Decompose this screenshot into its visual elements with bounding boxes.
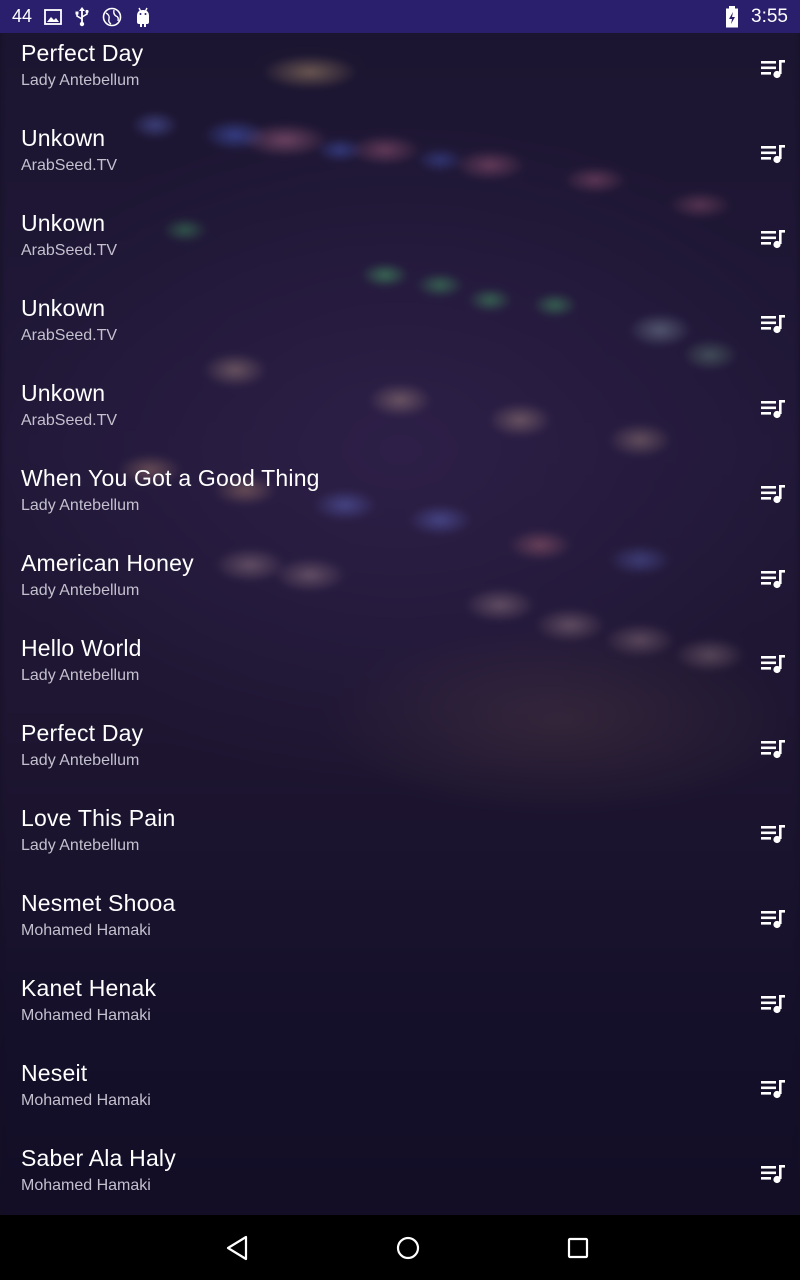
song-title: Unkown [21, 295, 106, 321]
song-artist: Lady Antebellum [21, 752, 140, 769]
song-title: Unkown [21, 380, 106, 406]
song-artist: ArabSeed.TV [21, 242, 118, 259]
song-title: Perfect Day [21, 720, 144, 746]
song-row[interactable]: Perfect Day Lady Antebellum [0, 33, 800, 118]
song-title: When You Got a Good Thing [21, 465, 320, 491]
song-artist: Lady Antebellum [21, 667, 140, 684]
song-title: Hello World [21, 635, 142, 661]
song-row[interactable]: Hello World Lady Antebellum [0, 628, 800, 713]
song-artist: Mohamed Hamaki [21, 1177, 151, 1194]
song-row[interactable]: Unkown ArabSeed.TV [0, 373, 800, 458]
song-row[interactable]: Love This Pain Lady Antebellum [0, 798, 800, 883]
queue-music-icon[interactable] [756, 55, 790, 83]
notification-count: 44 [12, 6, 33, 26]
status-bar-left: 44 [12, 6, 152, 27]
song-row[interactable]: When You Got a Good Thing Lady Antebellu… [0, 458, 800, 543]
song-title: Perfect Day [21, 40, 144, 66]
back-icon[interactable] [221, 1231, 255, 1265]
queue-music-icon[interactable] [756, 735, 790, 763]
queue-music-icon[interactable] [756, 990, 790, 1018]
queue-music-icon[interactable] [756, 140, 790, 168]
clock: 3:55 [751, 5, 788, 27]
song-artist: Mohamed Hamaki [21, 1092, 151, 1109]
song-artist: Lady Antebellum [21, 837, 140, 854]
queue-music-icon[interactable] [756, 650, 790, 678]
song-row[interactable]: American Honey Lady Antebellum [0, 543, 800, 628]
song-row[interactable]: Nesmet Shooa Mohamed Hamaki [0, 883, 800, 968]
song-title: Love This Pain [21, 805, 176, 831]
song-title: Neseit [21, 1060, 88, 1086]
queue-music-icon[interactable] [756, 565, 790, 593]
globe-icon [102, 7, 122, 27]
song-title: Saber Ala Haly [21, 1145, 176, 1171]
status-bar-right: 3:55 [725, 5, 788, 28]
song-artist: Mohamed Hamaki [21, 922, 151, 939]
queue-music-icon[interactable] [756, 225, 790, 253]
song-title: Kanet Henak [21, 975, 157, 1001]
status-bar: 44 3:55 [0, 0, 800, 33]
battery-charging-icon [725, 5, 739, 28]
song-artist: ArabSeed.TV [21, 327, 118, 344]
song-artist: Mohamed Hamaki [21, 1007, 151, 1024]
queue-music-icon[interactable] [756, 905, 790, 933]
song-row[interactable]: Neseit Mohamed Hamaki [0, 1053, 800, 1138]
song-artist: ArabSeed.TV [21, 412, 118, 429]
song-title: Nesmet Shooa [21, 890, 176, 916]
queue-music-icon[interactable] [756, 480, 790, 508]
song-row[interactable]: Perfect Day Lady Antebellum [0, 713, 800, 798]
song-title: Unkown [21, 125, 106, 151]
navigation-bar [0, 1215, 800, 1280]
song-title: Unkown [21, 210, 106, 236]
song-title: American Honey [21, 550, 194, 576]
song-artist: Lady Antebellum [21, 582, 140, 599]
image-icon [44, 8, 62, 26]
queue-music-icon[interactable] [756, 1160, 790, 1188]
song-row[interactable]: Unkown ArabSeed.TV [0, 203, 800, 288]
queue-music-icon[interactable] [756, 310, 790, 338]
recents-icon[interactable] [561, 1231, 595, 1265]
android-icon [134, 7, 152, 27]
song-artist: Lady Antebellum [21, 72, 140, 89]
home-icon[interactable] [391, 1231, 425, 1265]
queue-music-icon[interactable] [756, 395, 790, 423]
usb-icon [74, 6, 90, 27]
song-row[interactable]: Kanet Henak Mohamed Hamaki [0, 968, 800, 1053]
queue-music-icon[interactable] [756, 820, 790, 848]
song-row[interactable]: Unkown ArabSeed.TV [0, 288, 800, 373]
queue-music-icon[interactable] [756, 1075, 790, 1103]
song-list[interactable]: Perfect Day Lady Antebellum Unkown ArabS… [0, 33, 800, 1215]
song-artist: Lady Antebellum [21, 497, 140, 514]
music-list-screen: 44 3:55 Perfect Day Lady Antebellum Unko… [0, 0, 800, 1280]
song-row[interactable]: Saber Ala Haly Mohamed Hamaki [0, 1138, 800, 1215]
song-row[interactable]: Unkown ArabSeed.TV [0, 118, 800, 203]
song-artist: ArabSeed.TV [21, 157, 118, 174]
